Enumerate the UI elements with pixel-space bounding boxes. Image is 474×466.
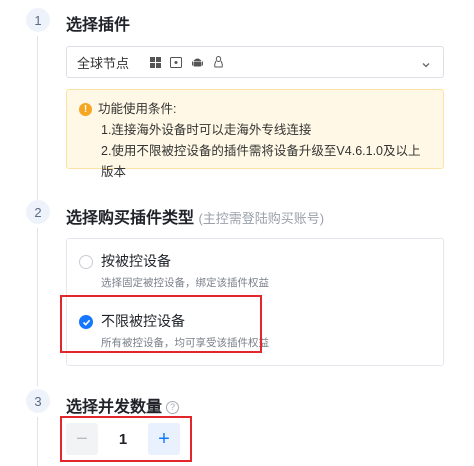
radio-unchecked[interactable] bbox=[79, 255, 93, 269]
section-title-plugin: 选择插件 bbox=[66, 17, 131, 34]
plugin-select-value: 全球节点 bbox=[77, 55, 130, 71]
highlight-box-selected-plan bbox=[60, 295, 262, 353]
section-title-quantity-text: 选择并发数量 bbox=[66, 399, 163, 416]
section-title-quantity: 选择并发数量? bbox=[66, 393, 180, 417]
help-icon[interactable]: ? bbox=[166, 400, 180, 414]
step-1-badge: 1 bbox=[26, 8, 50, 32]
windows-icon bbox=[149, 56, 161, 68]
chevron-down-icon bbox=[421, 57, 431, 75]
plan-option-desc: 选择固定被控设备，绑定该插件权益 bbox=[101, 277, 269, 289]
section-subtitle-login-hint: (主控需登陆购买账号) bbox=[198, 211, 325, 226]
usage-conditions-notice: ! 功能使用条件: 1.连接海外设备时可以走海外专线连接 2.使用不限被控设备的… bbox=[66, 89, 444, 179]
notice-line-2: 2.使用不限被控设备的插件需将设备升级至V4.6.1.0及以上版本 bbox=[101, 144, 421, 179]
notice-line-1: 1.连接海外设备时可以走海外专线连接 bbox=[101, 123, 312, 137]
plan-option-title: 按被控设备 bbox=[101, 253, 171, 269]
highlight-box-quantity bbox=[60, 416, 192, 462]
notice-title: 功能使用条件: bbox=[98, 102, 177, 116]
step-connector bbox=[37, 36, 38, 200]
android-icon bbox=[191, 56, 203, 68]
os-icon-group bbox=[149, 56, 224, 68]
step-connector bbox=[37, 417, 38, 466]
section-title-plan-type-text: 选择购买插件类型 bbox=[66, 210, 195, 227]
warning-icon: ! bbox=[79, 103, 92, 116]
section-title-plan-type: 选择购买插件类型 (主控需登陆购买账号) bbox=[66, 204, 324, 228]
linux-icon bbox=[212, 56, 224, 68]
step-3-badge: 3 bbox=[26, 389, 50, 413]
plugin-select[interactable]: 全球节点 bbox=[66, 46, 444, 78]
plan-option-per-device[interactable]: 按被控设备 选择固定被控设备，绑定该插件权益 bbox=[67, 251, 443, 290]
step-2-badge: 2 bbox=[26, 200, 50, 224]
step-connector bbox=[37, 228, 38, 386]
macos-icon bbox=[170, 56, 183, 68]
